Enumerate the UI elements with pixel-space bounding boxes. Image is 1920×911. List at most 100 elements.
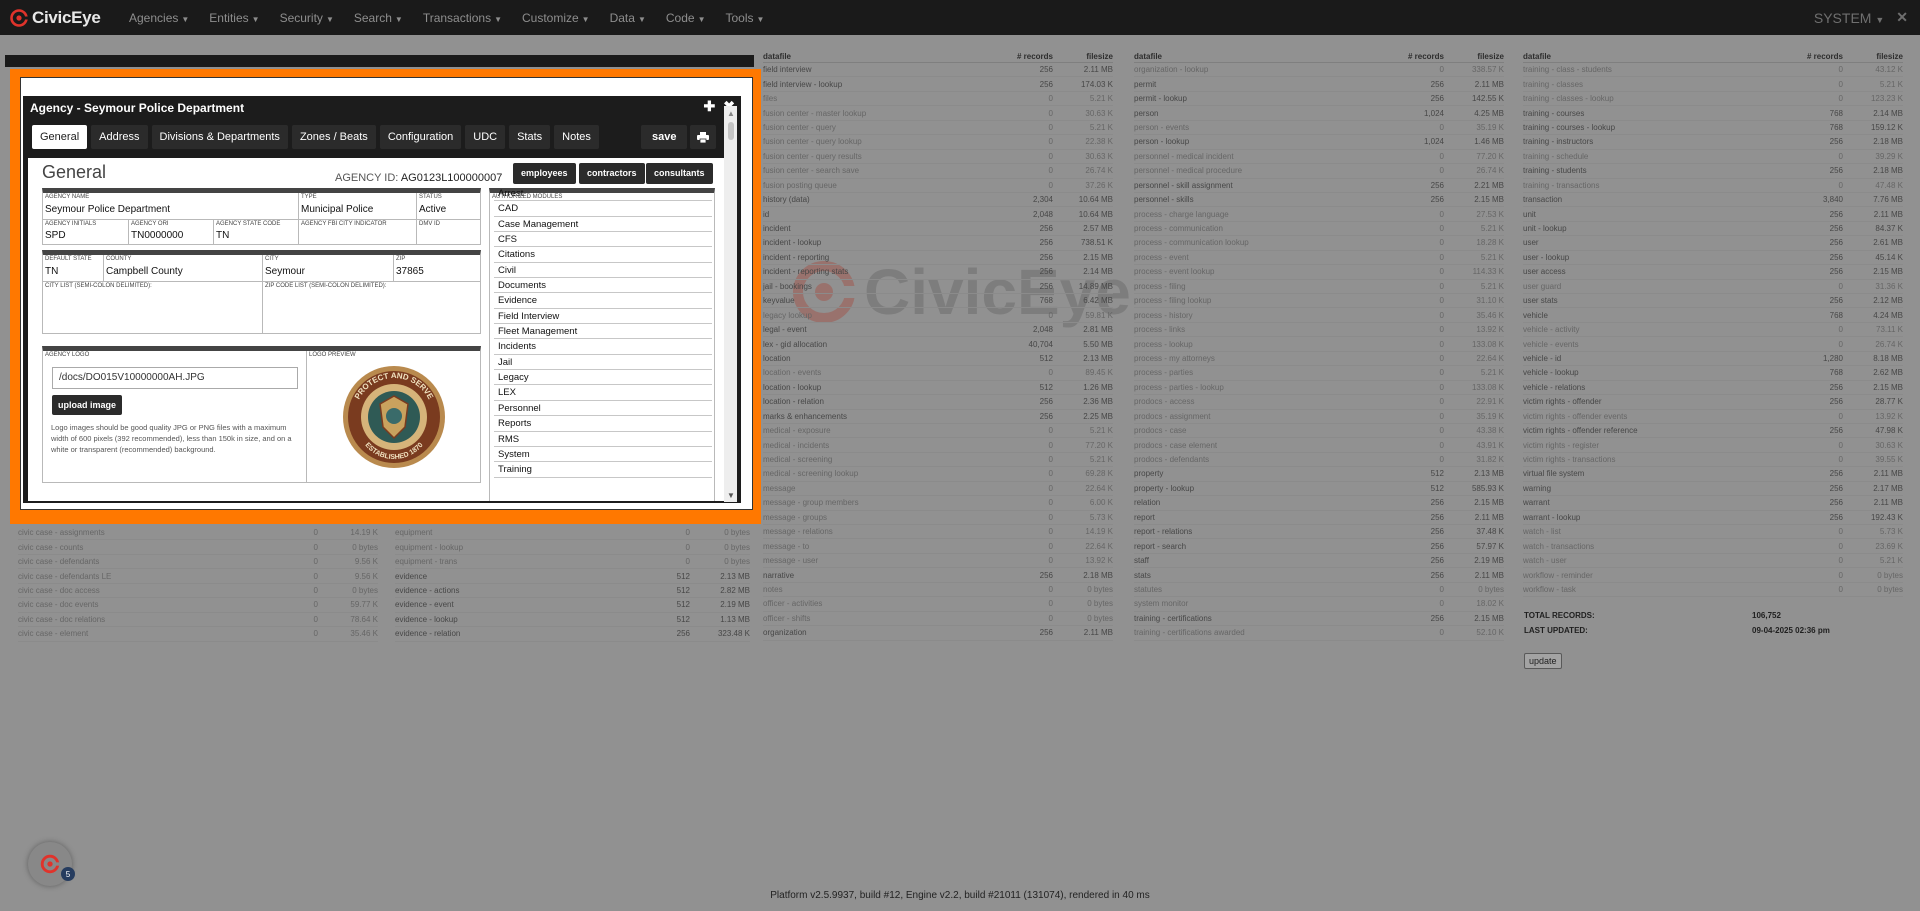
dialog-scrollbar[interactable]: ▲ ▼: [724, 106, 737, 502]
module-item[interactable]: Jail: [494, 355, 712, 371]
table-row[interactable]: process - parties - lookup 0 133.08 K: [1134, 381, 1504, 396]
scroll-up-icon[interactable]: ▲: [727, 109, 735, 118]
table-row[interactable]: organization - lookup 0 338.57 K: [1134, 63, 1504, 78]
module-item[interactable]: Field Interview: [494, 309, 712, 325]
table-row[interactable]: location 512 2.13 MB: [763, 352, 1113, 367]
table-row[interactable]: fusion center - query 0 5.21 K: [763, 121, 1113, 136]
table-row[interactable]: message - user 0 13.92 K: [763, 554, 1113, 569]
table-row[interactable]: evidence - event 512 2.19 MB: [395, 598, 750, 613]
table-row[interactable]: staff 256 2.19 MB: [1134, 554, 1504, 569]
table-row[interactable]: permit - lookup 256 142.55 K: [1134, 92, 1504, 107]
table-row[interactable]: fusion center - search save 0 26.74 K: [763, 164, 1113, 179]
table-row[interactable]: victim rights - transactions 0 39.55 K: [1523, 453, 1903, 468]
table-row[interactable]: evidence - actions 512 2.82 MB: [395, 584, 750, 599]
table-row[interactable]: civic case - defendants 0 9.56 K: [18, 555, 378, 570]
table-row[interactable]: civic case - assignments 0 14.19 K: [18, 526, 378, 541]
module-item[interactable]: Training: [494, 462, 712, 478]
notification-badge[interactable]: 5: [61, 867, 75, 881]
table-row[interactable]: user stats 256 2.12 MB: [1523, 294, 1903, 309]
table-row[interactable]: victim rights - offender reference 256 47.…: [1523, 424, 1903, 439]
table-row[interactable]: relation 256 2.15 MB: [1134, 496, 1504, 511]
module-item[interactable]: CFS: [494, 232, 712, 248]
tab-address[interactable]: Address: [91, 125, 148, 149]
module-item[interactable]: Citations: [494, 247, 712, 263]
module-item[interactable]: Documents: [494, 278, 712, 294]
table-row[interactable]: victim rights - offender events 0 13.92 K: [1523, 410, 1903, 424]
table-row[interactable]: legacy lookup 0 59.81 K: [763, 308, 1113, 323]
table-row[interactable]: vehicle - relations 256 2.15 MB: [1523, 381, 1903, 396]
table-row[interactable]: process - filing 0 5.21 K: [1134, 280, 1504, 294]
table-row[interactable]: training - students 256 2.18 MB: [1523, 164, 1903, 179]
tab-notes[interactable]: Notes: [554, 125, 599, 149]
table-row[interactable]: lex - gid allocation 40,704 5.50 MB: [763, 337, 1113, 352]
status-field[interactable]: STATUS Active: [417, 193, 480, 220]
table-row[interactable]: incident - reporting stats 256 2.14 MB: [763, 265, 1113, 280]
table-row[interactable]: prodocs - case 0 43.38 K: [1134, 424, 1504, 439]
default-state-field[interactable]: DEFAULT STATE TN: [43, 255, 104, 282]
agency-name-field[interactable]: AGENCY NAME Seymour Police Department: [43, 193, 299, 220]
menu-item-transactions[interactable]: Transactions ▼: [412, 11, 511, 25]
table-row[interactable]: training - certifications 256 2.15 MB: [1134, 612, 1504, 627]
table-row[interactable]: person - lookup 1,024 1.46 MB: [1134, 135, 1504, 150]
tab-udc[interactable]: UDC: [465, 125, 506, 149]
county-field[interactable]: COUNTY Campbell County: [104, 255, 263, 282]
zip-list-field[interactable]: ZIP CODE LIST (SEMI-COLON DELIMITED):: [263, 282, 480, 333]
print-button[interactable]: [690, 125, 716, 149]
table-row[interactable]: training - courses - lookup 768 159.12 K: [1523, 121, 1903, 136]
table-row[interactable]: training - transactions 0 47.48 K: [1523, 179, 1903, 193]
update-button[interactable]: update: [1524, 653, 1562, 669]
table-row[interactable]: medical - exposure 0 5.21 K: [763, 424, 1113, 439]
table-row[interactable]: evidence 512 2.13 MB: [395, 569, 750, 584]
table-row[interactable]: civic case - defendants LE 0 9.56 K: [18, 569, 378, 584]
module-item[interactable]: LEX: [494, 385, 712, 401]
module-item[interactable]: Case Management: [494, 217, 712, 233]
move-icon[interactable]: ✚: [704, 98, 716, 115]
table-row[interactable]: warrant 256 2.11 MB: [1523, 496, 1903, 511]
table-row[interactable]: process - history 0 35.46 K: [1134, 308, 1504, 323]
module-item[interactable]: Fleet Management: [494, 324, 712, 340]
table-row[interactable]: permit 256 2.11 MB: [1134, 77, 1504, 92]
table-row[interactable]: civic case - counts 0 0 bytes: [18, 540, 378, 555]
table-row[interactable]: watch - transactions 0 23.69 K: [1523, 539, 1903, 554]
module-item[interactable]: Arrest: [494, 186, 712, 202]
table-row[interactable]: prodocs - case element 0 43.91 K: [1134, 438, 1504, 453]
module-item[interactable]: RMS: [494, 432, 712, 447]
close-icon[interactable]: ✕: [1896, 9, 1908, 26]
table-row[interactable]: fusion posting queue 0 37.26 K: [763, 179, 1113, 193]
table-row[interactable]: transaction 3,840 7.76 MB: [1523, 193, 1903, 208]
module-item[interactable]: Reports: [494, 416, 712, 432]
table-row[interactable]: statutes 0 0 bytes: [1134, 583, 1504, 598]
table-row[interactable]: civic case - doc access 0 0 bytes: [18, 584, 378, 599]
tab-divisions-departments[interactable]: Divisions & Departments: [151, 125, 288, 149]
table-row[interactable]: location - events 0 89.45 K: [763, 366, 1113, 381]
table-row[interactable]: watch - list 0 5.73 K: [1523, 525, 1903, 540]
menu-item-search[interactable]: Search ▼: [343, 11, 412, 25]
type-field[interactable]: TYPE Municipal Police: [299, 193, 417, 220]
table-row[interactable]: training - classes - lookup 0 123.23 K: [1523, 92, 1903, 107]
menu-item-code[interactable]: Code ▼: [655, 11, 715, 25]
table-row[interactable]: property 512 2.13 MB: [1134, 467, 1504, 482]
table-row[interactable]: vehicle - lookup 768 2.62 MB: [1523, 366, 1903, 381]
menu-item-data[interactable]: Data ▼: [599, 11, 655, 25]
table-row[interactable]: medical - incidents 0 77.20 K: [763, 438, 1113, 453]
table-row[interactable]: training - schedule 0 39.29 K: [1523, 150, 1903, 165]
table-row[interactable]: keyvalue 768 6.42 MB: [763, 294, 1113, 309]
scroll-down-icon[interactable]: ▼: [727, 491, 735, 500]
table-row[interactable]: civic case - doc relations 0 78.64 K: [18, 613, 378, 628]
table-row[interactable]: fusion center - query lookup 0 22.38 K: [763, 135, 1113, 150]
table-row[interactable]: field interview 256 2.11 MB: [763, 63, 1113, 78]
table-row[interactable]: process - parties 0 5.21 K: [1134, 366, 1504, 381]
table-row[interactable]: training - certifications awarded 0 52.10 …: [1134, 626, 1504, 641]
module-item[interactable]: Personnel: [494, 401, 712, 417]
table-row[interactable]: person 1,024 4.25 MB: [1134, 106, 1504, 121]
table-row[interactable]: jail - bookings 256 14.89 MB: [763, 280, 1113, 294]
table-row[interactable]: victim rights - register 0 30.63 K: [1523, 438, 1903, 453]
table-row[interactable]: location - lookup 512 1.26 MB: [763, 381, 1113, 396]
table-row[interactable]: stats 256 2.11 MB: [1134, 568, 1504, 583]
user-menu[interactable]: SYSTEM ▼: [1814, 10, 1884, 26]
table-row[interactable]: organization 256 2.11 MB: [763, 626, 1113, 641]
table-row[interactable]: civic case - element 0 35.46 K: [18, 627, 378, 642]
table-row[interactable]: fusion center - master lookup 0 30.63 K: [763, 106, 1113, 121]
table-row[interactable]: evidence - relation 256 323.48 K: [395, 627, 750, 642]
table-row[interactable]: officer - shifts 0 0 bytes: [763, 612, 1113, 627]
